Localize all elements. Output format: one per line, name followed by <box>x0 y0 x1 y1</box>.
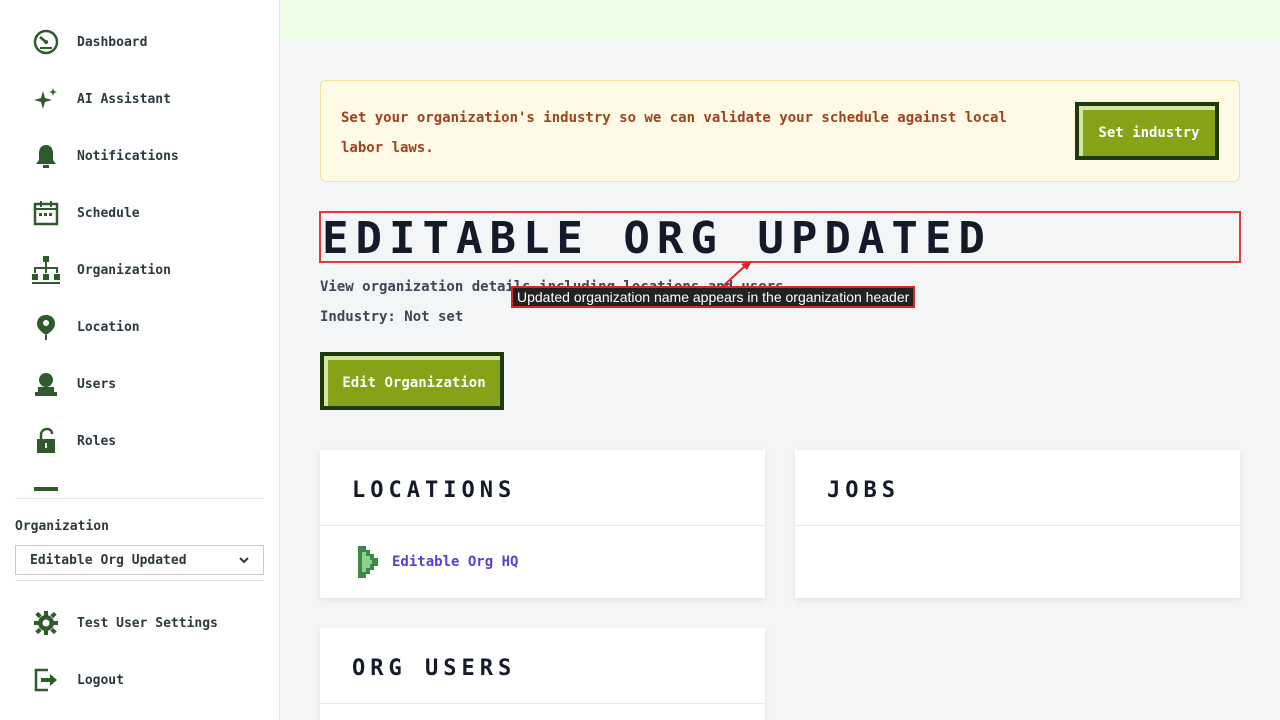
sidebar-item-label: Users <box>77 376 117 392</box>
clipped-nav-icon <box>34 487 58 491</box>
sidebar-item-organization[interactable]: Organization <box>30 250 265 290</box>
jobs-card: JOBS <box>795 450 1240 598</box>
sidebar-item-users[interactable]: Users <box>30 364 265 404</box>
gear-icon <box>30 607 62 639</box>
sidebar-item-settings[interactable]: Test User Settings <box>30 603 265 643</box>
calendar-icon <box>30 197 62 229</box>
logout-label: Logout <box>77 672 124 688</box>
card-divider <box>320 525 765 526</box>
sidebar-item-logout[interactable]: Logout <box>30 660 265 700</box>
sidebar-item-label: AI Assistant <box>77 91 171 107</box>
org-chart-icon <box>30 254 62 286</box>
sidebar: Dashboard AI Assistant Notifications Sch… <box>0 0 280 720</box>
org-users-card: ORG USERS <box>320 628 765 720</box>
lock-icon <box>30 425 62 457</box>
location-link[interactable]: Editable Org HQ <box>392 554 518 570</box>
top-bar <box>280 0 1280 40</box>
locations-title: LOCATIONS <box>352 478 517 503</box>
industry-value: Industry: Not set <box>320 309 464 325</box>
sidebar-item-ai-assistant[interactable]: AI Assistant <box>30 79 265 119</box>
jobs-title: JOBS <box>827 478 900 503</box>
organization-select[interactable]: Editable Org Updated <box>15 545 264 575</box>
set-industry-label: Set industry <box>1098 125 1200 141</box>
sidebar-item-schedule[interactable]: Schedule <box>30 193 265 233</box>
user-icon <box>30 368 62 400</box>
card-divider <box>320 703 765 704</box>
chevron-down-icon <box>239 553 249 568</box>
settings-label: Test User Settings <box>77 615 218 631</box>
location-marker-icon <box>358 546 380 582</box>
sidebar-item-label: Schedule <box>77 205 140 221</box>
annotation-label: Updated organization name appears in the… <box>511 286 916 308</box>
alert-message: Set your organization's industry so we c… <box>341 110 1007 156</box>
sparkle-icon <box>30 83 62 115</box>
sidebar-item-roles[interactable]: Roles <box>30 421 265 461</box>
sidebar-item-dashboard[interactable]: Dashboard <box>30 22 265 62</box>
bell-icon <box>30 140 62 172</box>
sidebar-item-notifications[interactable]: Notifications <box>30 136 265 176</box>
logout-icon <box>30 664 62 696</box>
edit-organization-button[interactable]: Edit Organization <box>320 352 504 410</box>
edit-organization-label: Edit Organization <box>342 375 486 391</box>
card-divider <box>795 525 1240 526</box>
annotation-highlight <box>319 211 1241 263</box>
organization-select-value: Editable Org Updated <box>30 552 187 568</box>
sidebar-item-location[interactable]: Location <box>30 307 265 347</box>
map-pin-icon <box>30 311 62 343</box>
sidebar-item-label: Roles <box>77 433 117 449</box>
dashboard-icon <box>30 26 62 58</box>
set-industry-button[interactable]: Set industry <box>1075 102 1219 160</box>
industry-alert: Set your organization's industry so we c… <box>320 80 1240 182</box>
sidebar-divider <box>15 580 264 581</box>
sidebar-item-label: Dashboard <box>77 34 148 50</box>
org-users-title: ORG USERS <box>352 656 517 681</box>
sidebar-item-label: Notifications <box>77 148 179 164</box>
locations-card: LOCATIONS Editable Org HQ <box>320 450 765 598</box>
org-select-label: Organization <box>15 519 109 534</box>
sidebar-item-label: Location <box>77 319 140 335</box>
sidebar-divider <box>15 498 264 499</box>
sidebar-item-label: Organization <box>77 262 171 278</box>
